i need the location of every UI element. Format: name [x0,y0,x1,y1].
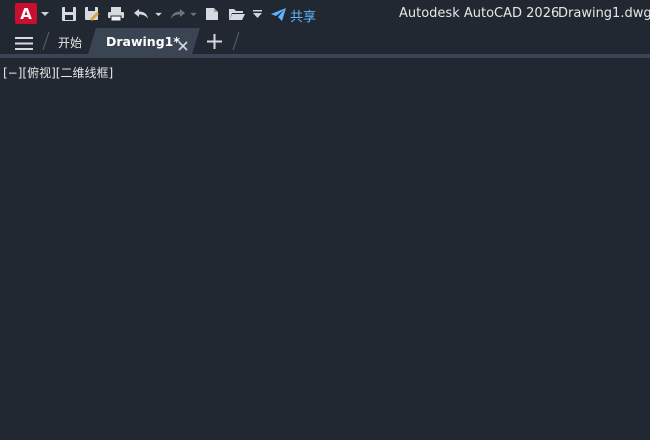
application-menu-button[interactable]: A [15,3,37,24]
app-logo-letter: A [20,4,32,23]
redo-icon[interactable] [167,0,187,28]
save-icon[interactable] [60,0,78,28]
new-tab-plus-icon[interactable] [207,34,222,53]
hamburger-menu-icon[interactable] [15,35,33,54]
viewport-controls-label[interactable]: [−][俯视][二维线框] [3,64,113,81]
open-folder-icon[interactable] [227,0,247,28]
application-title: Autodesk AutoCAD 2026 [399,6,560,21]
tab-drawing1-label: Drawing1* [106,34,180,49]
redo-dropdown-icon[interactable] [188,0,198,28]
undo-icon[interactable] [132,0,152,28]
tab-start[interactable]: 开始 [58,34,82,51]
print-icon[interactable] [106,0,126,28]
share-button[interactable]: 共享 [290,6,316,25]
tab-separator [42,31,50,54]
document-title: Drawing1.dwg [558,6,650,21]
share-icon[interactable] [268,0,288,28]
undo-dropdown-icon[interactable] [153,0,163,28]
title-bar: A 共享 Autodesk AutoCAD 2026 Drawing1.dwg [0,0,650,28]
new-drawing-icon[interactable] [203,0,221,28]
tab-separator-end [232,31,240,54]
customize-toolbar-dropdown-icon[interactable] [251,0,263,28]
app-menu-dropdown-icon[interactable] [40,0,50,28]
drawing-canvas[interactable] [0,58,650,440]
close-tab-icon[interactable] [178,36,188,55]
save-as-icon[interactable] [83,0,101,28]
